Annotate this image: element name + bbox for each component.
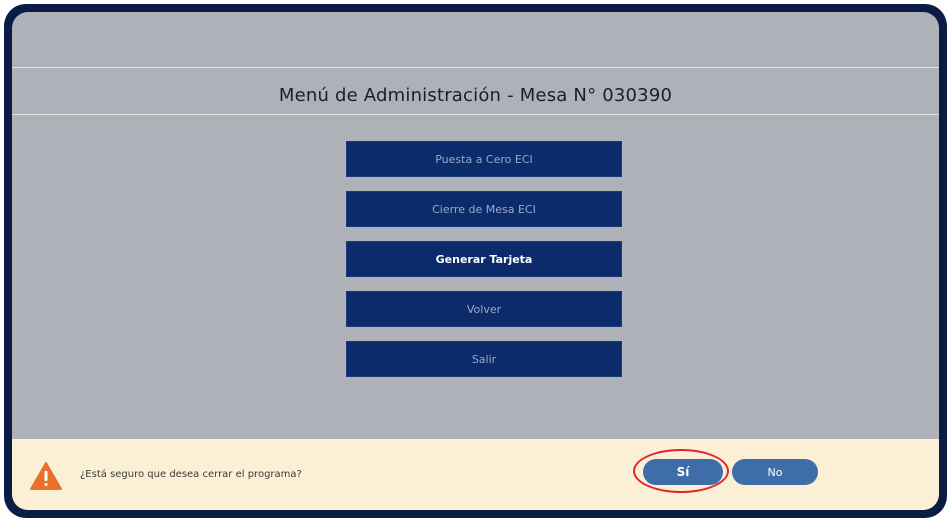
header-divider-bottom <box>12 114 939 115</box>
confirm-exit-bar: ¿Está seguro que desea cerrar el program… <box>12 439 939 510</box>
page-title: Menú de Administración - Mesa N° 030390 <box>278 85 673 106</box>
menu-button-puesta-a-cero[interactable]: Puesta a Cero ECI <box>346 141 622 177</box>
menu-button-salir[interactable]: Salir <box>346 341 622 377</box>
menu-button-cierre-de-mesa[interactable]: Cierre de Mesa ECI <box>346 191 622 227</box>
confirm-no-button[interactable]: No <box>732 459 818 485</box>
admin-menu: Puesta a Cero ECI Cierre de Mesa ECI Gen… <box>346 141 622 391</box>
device-frame: Menú de Administración - Mesa N° 030390 … <box>4 4 947 518</box>
confirm-yes-button[interactable]: Sí <box>643 459 723 485</box>
warning-icon <box>30 462 62 490</box>
menu-button-volver[interactable]: Volver <box>346 291 622 327</box>
header-divider-top <box>12 67 939 68</box>
confirm-message: ¿Está seguro que desea cerrar el program… <box>80 469 302 480</box>
app-screen: Menú de Administración - Mesa N° 030390 … <box>12 12 939 510</box>
menu-button-generar-tarjeta[interactable]: Generar Tarjeta <box>346 241 622 277</box>
